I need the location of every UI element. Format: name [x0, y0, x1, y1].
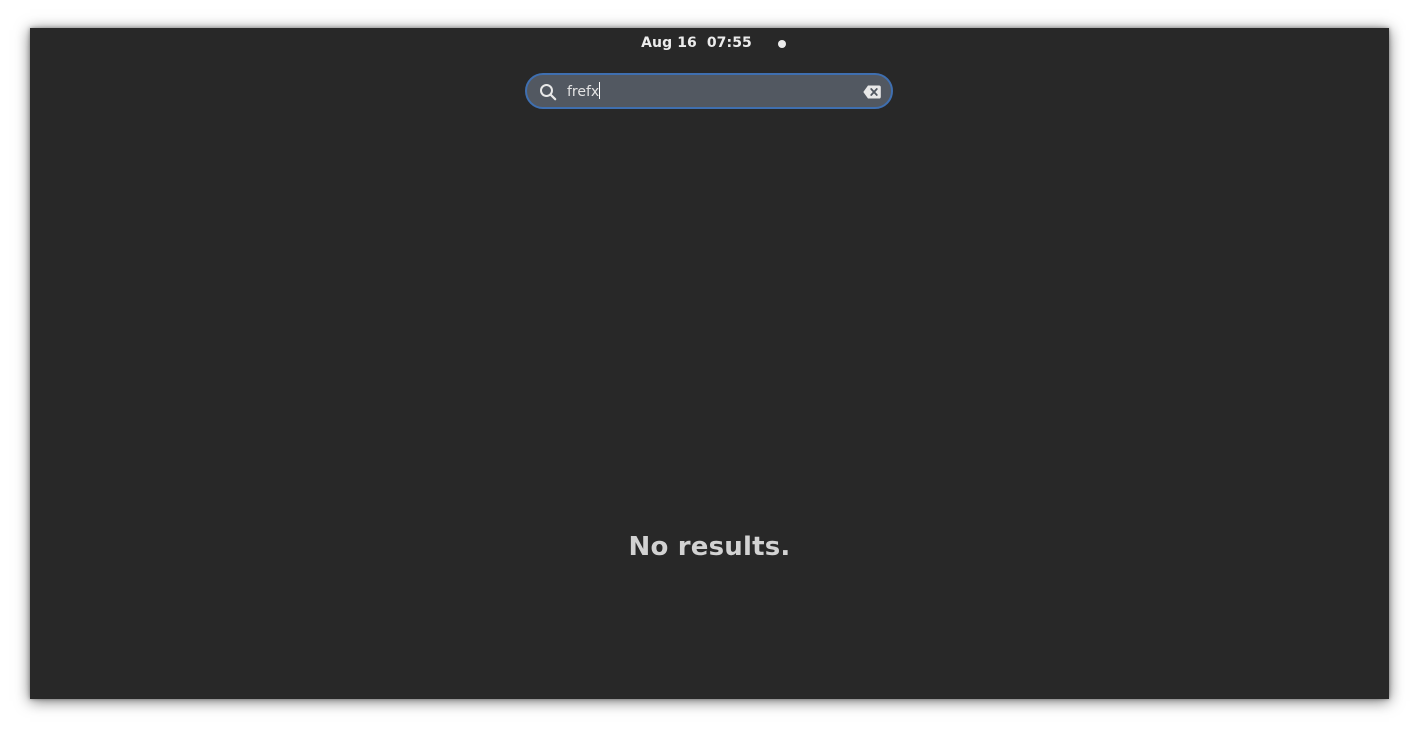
clock-date: Aug 16: [641, 35, 697, 51]
search-input-value: frefx: [567, 84, 600, 100]
top-bar: Aug 16 07:55: [30, 28, 1389, 60]
no-results-message: No results.: [628, 532, 791, 562]
clock-button[interactable]: Aug 16 07:55: [30, 35, 1389, 51]
search-input[interactable]: frefx: [567, 82, 601, 100]
text-caret: [599, 82, 601, 99]
search-entry[interactable]: frefx: [525, 73, 893, 109]
activities-overview: Aug 16 07:55 frefx No results.: [30, 28, 1389, 699]
clear-search-icon[interactable]: [863, 84, 881, 99]
search-icon: [539, 83, 557, 101]
clock-time: 07:55: [706, 35, 752, 51]
notification-dot-icon: [778, 40, 786, 48]
